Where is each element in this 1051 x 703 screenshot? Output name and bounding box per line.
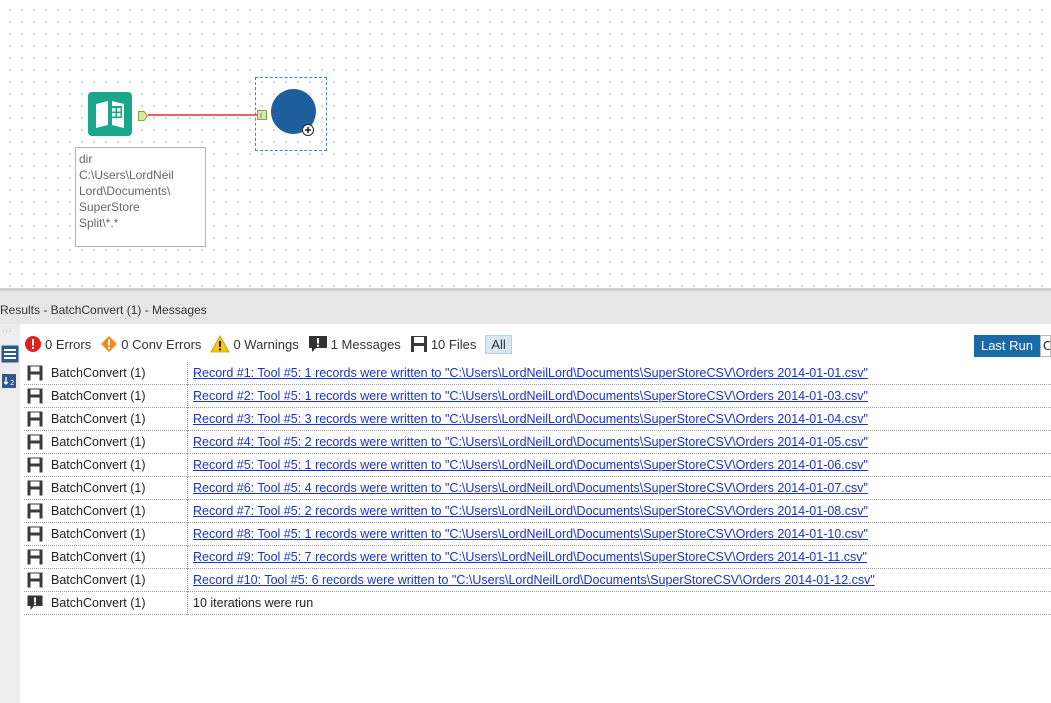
table-row[interactable]: BatchConvert (1) Record #2: Tool #5: 1 re…	[24, 384, 1051, 408]
tool-cell: BatchConvert (1)	[46, 499, 188, 523]
list-view-icon[interactable]	[1, 345, 19, 363]
conv-errors-filter-label: 0 Conv Errors	[121, 336, 202, 352]
errors-filter[interactable]: 0 Errors	[24, 335, 91, 353]
save-file-icon	[24, 549, 46, 565]
save-file-icon	[24, 365, 46, 381]
warnings-filter[interactable]: 0 Warnings	[210, 335, 299, 353]
save-file-icon	[24, 480, 46, 496]
svg-text:2: 2	[10, 379, 14, 387]
files-filter[interactable]: 10 Files	[410, 335, 477, 353]
save-file-icon	[24, 457, 46, 473]
error-icon	[25, 336, 41, 352]
warning-icon	[210, 335, 231, 353]
tool-cell: BatchConvert (1)	[46, 522, 188, 546]
file-link[interactable]: Record #6: Tool #5: 4 records were writt…	[188, 481, 868, 495]
results-filter-bar: 0 Errors 0 Conv Errors 0 Warnings 1 Mess…	[24, 333, 512, 355]
errors-filter-label: 0 Errors	[45, 336, 92, 352]
tool-cell: BatchConvert (1)	[46, 384, 188, 408]
workflow-canvas[interactable]: I dir C:\Users\LordNeil Lord\Documents\ …	[0, 0, 1051, 288]
tool-cell: BatchConvert (1)	[46, 361, 188, 385]
table-row[interactable]: BatchConvert (1) Record #8: Tool #5: 1 re…	[24, 522, 1051, 546]
save-file-icon	[24, 526, 46, 542]
conv-error-icon	[101, 336, 118, 352]
warnings-filter-label: 0 Warnings	[233, 336, 299, 352]
conv-errors-filter[interactable]: 0 Conv Errors	[100, 335, 201, 353]
file-link[interactable]: Record #2: Tool #5: 1 records were writt…	[188, 389, 868, 403]
results-title: Results - BatchConvert (1) - Messages	[0, 303, 207, 317]
tool-cell: BatchConvert (1)	[46, 430, 188, 454]
save-file-icon	[24, 503, 46, 519]
table-row[interactable]: BatchConvert (1) Record #4: Tool #5: 2 re…	[24, 430, 1051, 454]
tool-cell: BatchConvert (1)	[46, 453, 188, 477]
table-row[interactable]: BatchConvert (1) Record #6: Tool #5: 4 re…	[24, 476, 1051, 500]
save-file-icon	[410, 336, 427, 352]
input-anchor-icon[interactable]: I	[257, 109, 267, 120]
save-file-icon	[24, 411, 46, 427]
files-filter-label: 10 Files	[430, 336, 477, 352]
output-anchor-icon[interactable]	[138, 110, 149, 121]
file-link[interactable]: Record #8: Tool #5: 1 records were writt…	[188, 527, 868, 541]
tool-cell: BatchConvert (1)	[46, 407, 188, 431]
tool-cell: BatchConvert (1)	[46, 568, 188, 592]
results-header: Results - BatchConvert (1) - Messages	[0, 288, 1051, 324]
tool-cell: BatchConvert (1)	[46, 591, 188, 615]
table-row[interactable]: BatchConvert (1) Record #5: Tool #5: 1 re…	[24, 453, 1051, 477]
input-anchor-label: I	[260, 112, 262, 120]
file-link[interactable]: Record #10: Tool #5: 6 records were writ…	[188, 573, 875, 587]
table-row[interactable]: BatchConvert (1) 10 iterations were run	[24, 591, 1051, 615]
messages-table: BatchConvert (1) Record #1: Tool #5: 1 re…	[24, 361, 1051, 615]
directory-tool-icon[interactable]	[88, 92, 132, 136]
table-row[interactable]: BatchConvert (1) Record #9: Tool #5: 7 re…	[24, 545, 1051, 569]
tool-cell: BatchConvert (1)	[46, 476, 188, 500]
file-link[interactable]: Record #9: Tool #5: 7 records were writt…	[188, 550, 867, 564]
file-link[interactable]: Record #4: Tool #5: 2 records were writt…	[188, 435, 868, 449]
file-link[interactable]: Record #3: Tool #5: 3 records were writt…	[188, 412, 868, 426]
messages-filter[interactable]: 1 Messages	[308, 335, 401, 353]
save-file-icon	[24, 388, 46, 404]
last-run-extra-button[interactable]: C	[1040, 335, 1051, 357]
save-file-icon	[24, 572, 46, 588]
all-filter-button[interactable]: All	[485, 334, 512, 354]
message-cell: 10 iterations were run	[193, 596, 314, 610]
table-row[interactable]: BatchConvert (1) Record #3: Tool #5: 3 re…	[24, 407, 1051, 431]
file-link[interactable]: Record #7: Tool #5: 2 records were writt…	[188, 504, 868, 518]
last-run-button[interactable]: Last Run	[974, 335, 1040, 357]
message-icon	[24, 595, 46, 611]
file-link[interactable]: Record #5: Tool #5: 1 records were writt…	[188, 458, 868, 472]
plus-badge-icon	[302, 124, 314, 136]
message-icon	[308, 336, 327, 352]
rail-grip-icon: ···	[2, 327, 13, 336]
table-row[interactable]: BatchConvert (1) Record #10: Tool #5: 6 r…	[24, 568, 1051, 592]
tool-cell: BatchConvert (1)	[46, 545, 188, 569]
table-row[interactable]: BatchConvert (1) Record #7: Tool #5: 2 re…	[24, 499, 1051, 523]
sort-icon[interactable]: 2	[2, 374, 16, 388]
file-link[interactable]: Record #1: Tool #5: 1 records were writt…	[188, 366, 868, 380]
save-file-icon	[24, 434, 46, 450]
tool-annotation: dir C:\Users\LordNeil Lord\Documents\ Su…	[75, 147, 206, 247]
table-row[interactable]: BatchConvert (1) Record #1: Tool #5: 1 re…	[24, 361, 1051, 385]
messages-filter-label: 1 Messages	[330, 336, 401, 352]
